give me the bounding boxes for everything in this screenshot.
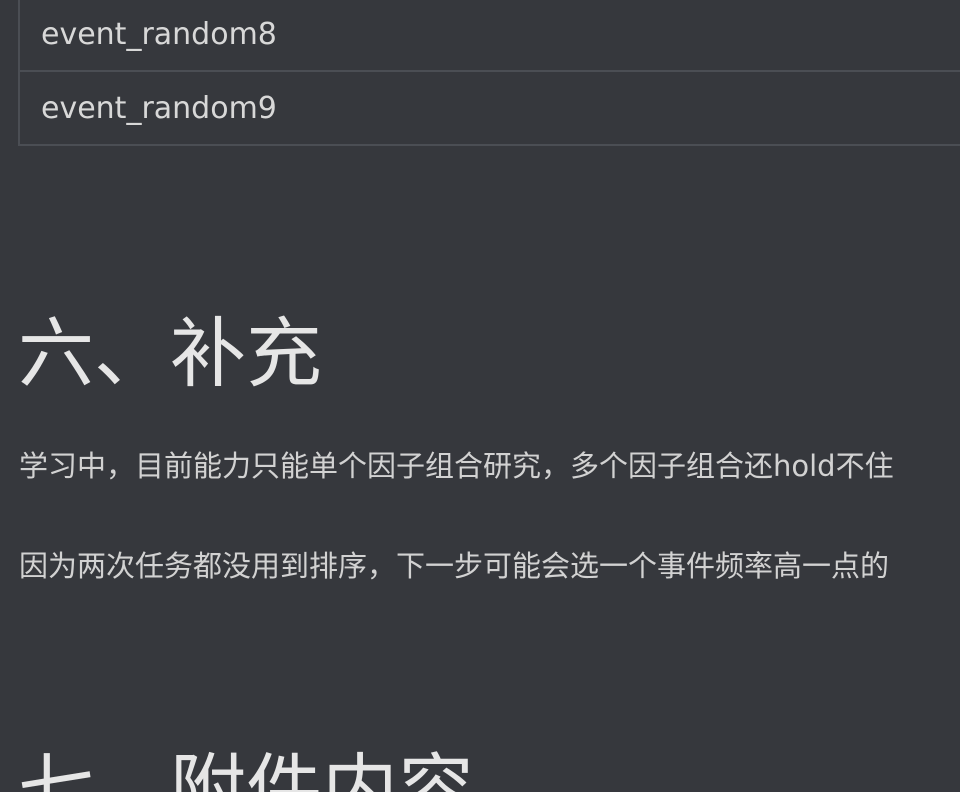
document-page: event_random8 event_random9 六、补充 学习中，目前能… bbox=[0, 0, 960, 792]
table-cell: event_random9 bbox=[41, 90, 277, 126]
section-heading-6: 六、补充 bbox=[18, 309, 322, 398]
table-row: event_random8 bbox=[20, 0, 960, 70]
table-cell: event_random8 bbox=[41, 16, 277, 52]
data-table: event_random8 event_random9 bbox=[18, 0, 960, 146]
paragraph-2: 因为两次任务都没用到排序，下一步可能会选一个事件频率高一点的 bbox=[19, 549, 890, 583]
table-row: event_random9 bbox=[20, 70, 960, 144]
paragraph-1: 学习中，目前能力只能单个因子组合研究，多个因子组合还hold不住 bbox=[19, 449, 894, 483]
section-heading-7: 七、附件内容 bbox=[18, 745, 474, 792]
